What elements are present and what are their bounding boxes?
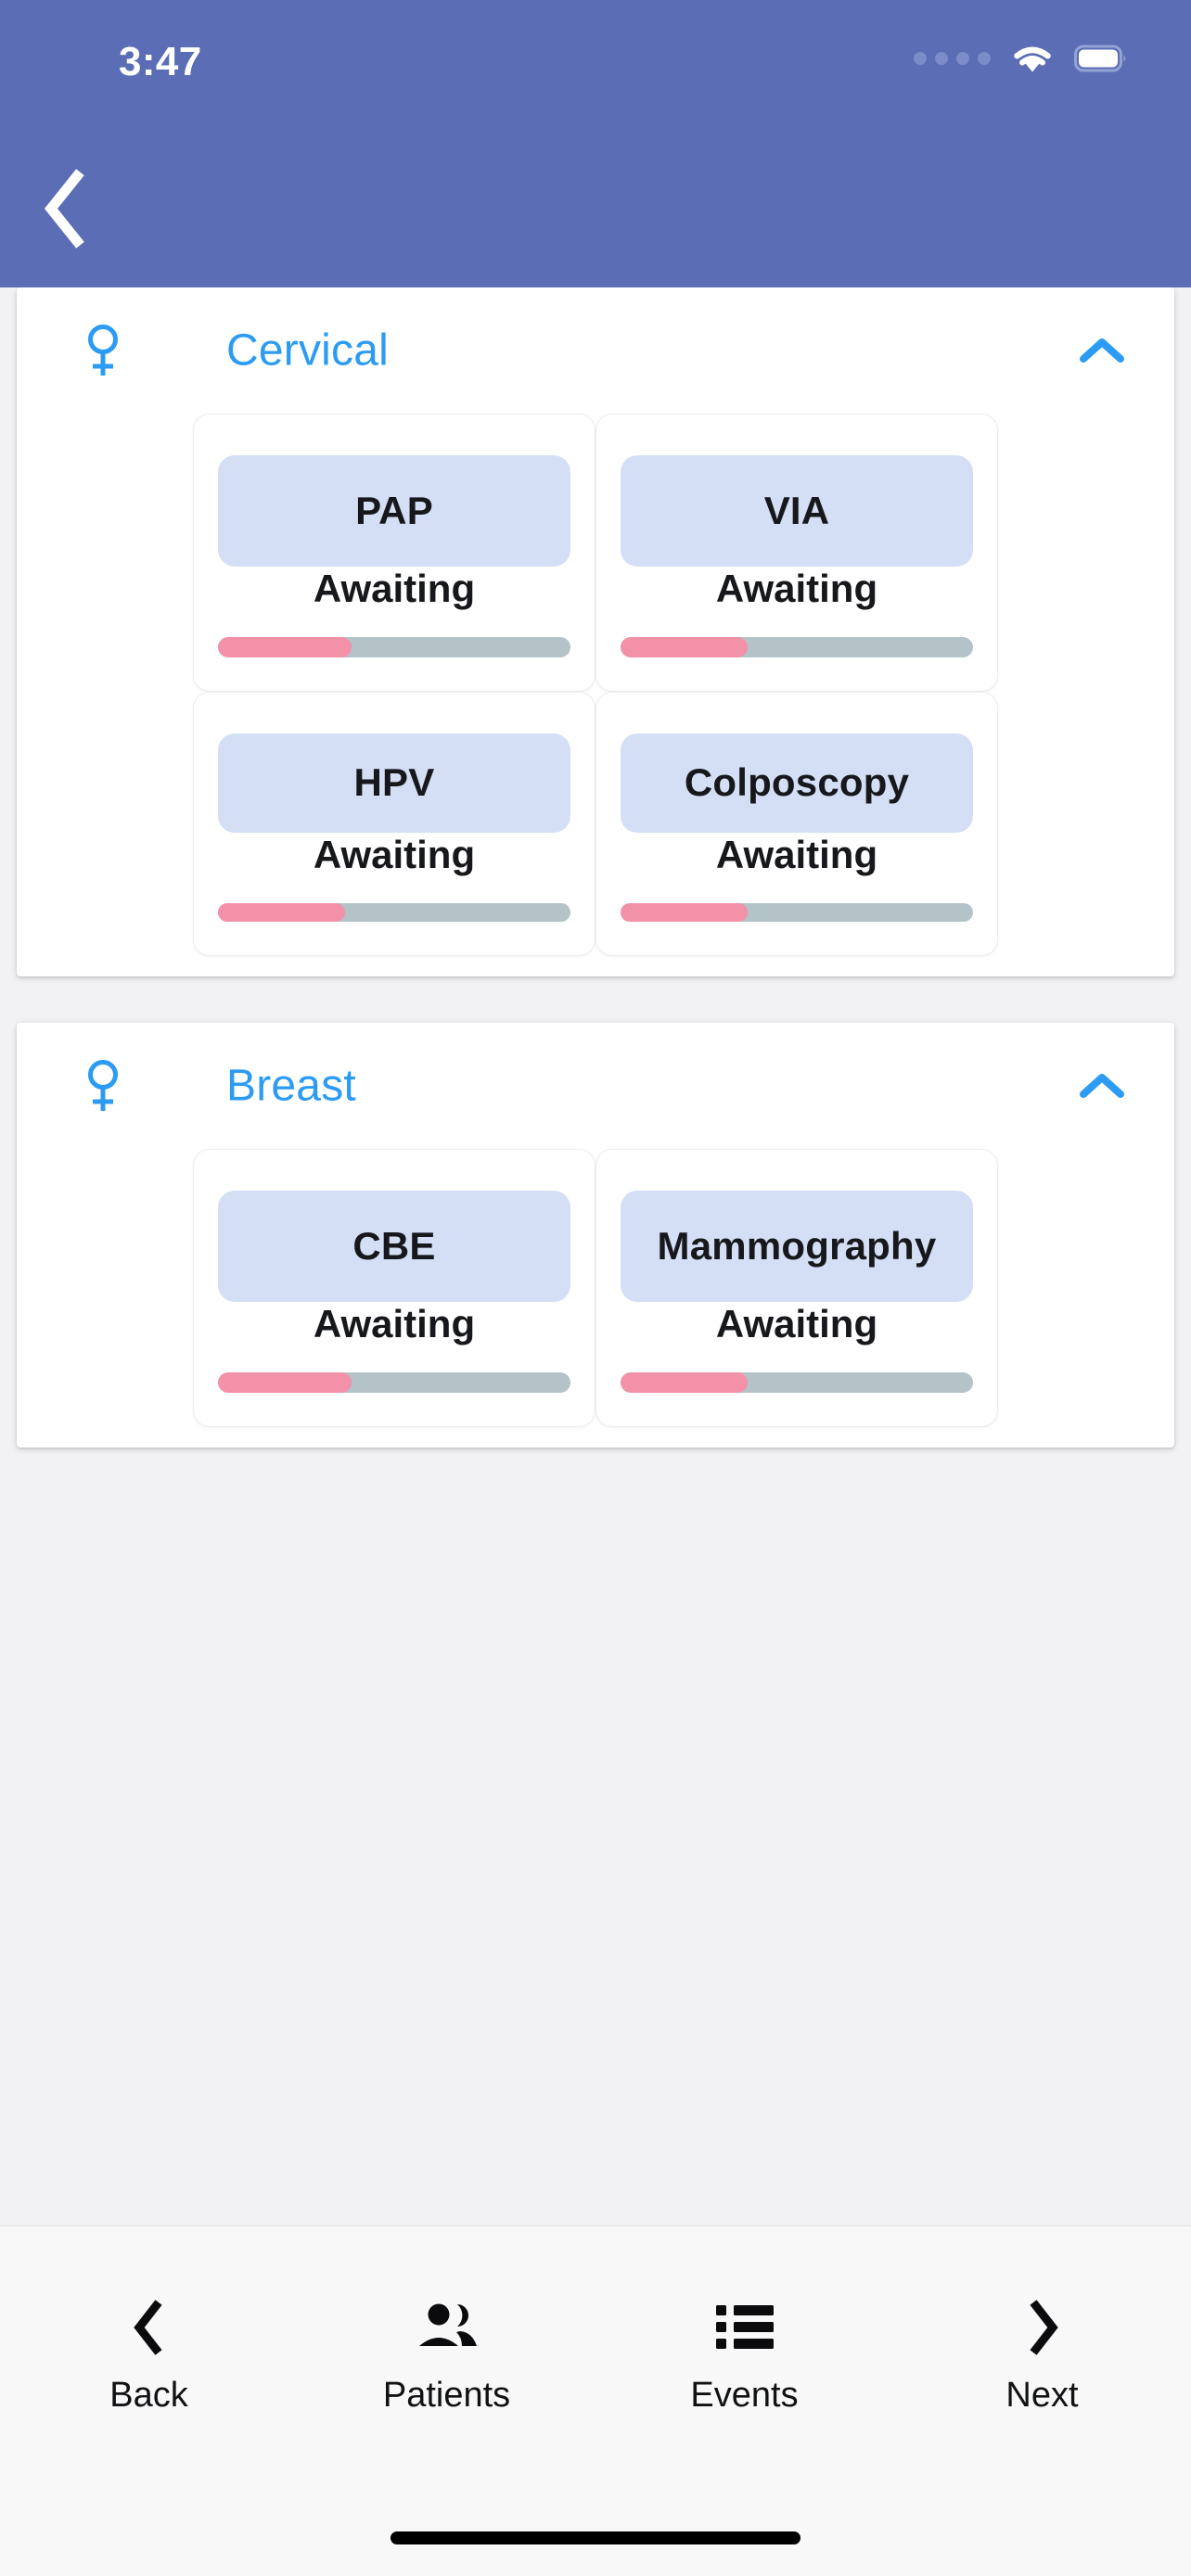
nav-label: Next xyxy=(1005,2375,1079,2415)
test-progress-fill xyxy=(218,1371,352,1393)
chevron-left-icon xyxy=(129,2298,170,2357)
test-progress-fill xyxy=(218,636,352,657)
test-progress-bar xyxy=(621,1371,973,1393)
section-title: Cervical xyxy=(226,325,389,376)
section-cervical: Cervical PAP Awaiting VIA Awaiting HPV A… xyxy=(17,287,1174,976)
test-progress-fill xyxy=(621,636,748,657)
test-name-label: HPV xyxy=(353,760,435,805)
wifi-icon xyxy=(1014,46,1051,72)
list-bullet-icon xyxy=(715,2298,774,2357)
test-card[interactable]: HPV Awaiting xyxy=(193,692,596,956)
test-status-label: Awaiting xyxy=(313,1301,476,1345)
test-name-label: PAP xyxy=(355,488,433,532)
nav-label: Patients xyxy=(382,2375,511,2415)
test-name-pill: CBE xyxy=(218,1191,570,1302)
test-name-pill: HPV xyxy=(218,733,570,833)
test-name-pill: PAP xyxy=(218,455,570,567)
test-name-label: Colposcopy xyxy=(684,760,910,805)
section-header-breast[interactable]: Breast xyxy=(17,1023,1174,1149)
test-name-label: VIA xyxy=(763,488,830,532)
battery-full-icon xyxy=(1074,45,1126,72)
nav-label: Events xyxy=(690,2375,799,2415)
test-card[interactable]: Colposcopy Awaiting xyxy=(596,692,998,956)
status-bar-indicators xyxy=(914,43,1128,74)
status-bar: 3:47 xyxy=(0,0,1191,102)
back-navigation-button[interactable] xyxy=(20,165,108,252)
test-progress-fill xyxy=(218,902,345,922)
bottom-navigation-bar: Back Patients Events Next xyxy=(0,2225,1191,2576)
test-card[interactable]: Mammography Awaiting xyxy=(596,1149,998,1427)
cellular-dots-icon xyxy=(914,52,991,65)
test-status-label: Awaiting xyxy=(715,1301,878,1345)
home-indicator xyxy=(391,2531,800,2544)
test-name-pill: VIA xyxy=(621,455,973,567)
section-header-cervical[interactable]: Cervical xyxy=(17,287,1174,414)
app-bar: 3:47 xyxy=(0,0,1191,287)
female-venus-icon xyxy=(88,1060,118,1111)
test-name-pill: Mammography xyxy=(621,1191,973,1302)
nav-label: Back xyxy=(109,2375,188,2415)
test-progress-fill xyxy=(621,1371,748,1393)
nav-item-back[interactable]: Back xyxy=(0,2298,298,2416)
nav-item-patients[interactable]: Patients xyxy=(298,2298,596,2416)
test-progress-bar xyxy=(218,636,570,657)
chevron-left-icon xyxy=(44,169,84,249)
test-progress-bar xyxy=(621,636,973,657)
app-screen: 3:47 Cervical PAP Awaiting VIA Awaiting … xyxy=(0,0,1191,2576)
test-card[interactable]: CBE Awaiting xyxy=(193,1149,596,1427)
test-card[interactable]: PAP Awaiting xyxy=(193,414,596,692)
test-card[interactable]: VIA Awaiting xyxy=(596,414,998,692)
test-status-label: Awaiting xyxy=(715,566,878,610)
test-progress-bar xyxy=(218,902,570,922)
chevron-right-icon xyxy=(1022,2298,1063,2357)
female-venus-icon xyxy=(88,325,118,376)
test-status-label: Awaiting xyxy=(715,832,878,876)
test-progress-bar xyxy=(621,902,973,922)
nav-item-events[interactable]: Events xyxy=(596,2298,893,2416)
chevron-up-icon[interactable] xyxy=(1078,335,1126,366)
test-progress-bar xyxy=(218,1371,570,1393)
screening-sections-list[interactable]: Cervical PAP Awaiting VIA Awaiting HPV A… xyxy=(0,287,1191,2225)
test-status-label: Awaiting xyxy=(313,832,476,876)
people-group-icon xyxy=(414,2298,480,2357)
test-name-label: Mammography xyxy=(657,1223,937,1268)
tests-grid-cervical: PAP Awaiting VIA Awaiting HPV Awaiting C… xyxy=(17,414,1174,976)
test-name-pill: Colposcopy xyxy=(621,733,973,833)
section-breast: Breast CBE Awaiting Mammography Awaiting xyxy=(17,1023,1174,1447)
section-title: Breast xyxy=(226,1061,356,1111)
status-bar-clock: 3:47 xyxy=(119,39,202,84)
test-status-label: Awaiting xyxy=(313,566,476,610)
tests-grid-breast: CBE Awaiting Mammography Awaiting xyxy=(17,1149,1174,1447)
nav-item-next[interactable]: Next xyxy=(893,2298,1191,2416)
test-name-label: CBE xyxy=(352,1223,436,1268)
test-progress-fill xyxy=(621,902,748,922)
chevron-up-icon[interactable] xyxy=(1078,1070,1126,1102)
